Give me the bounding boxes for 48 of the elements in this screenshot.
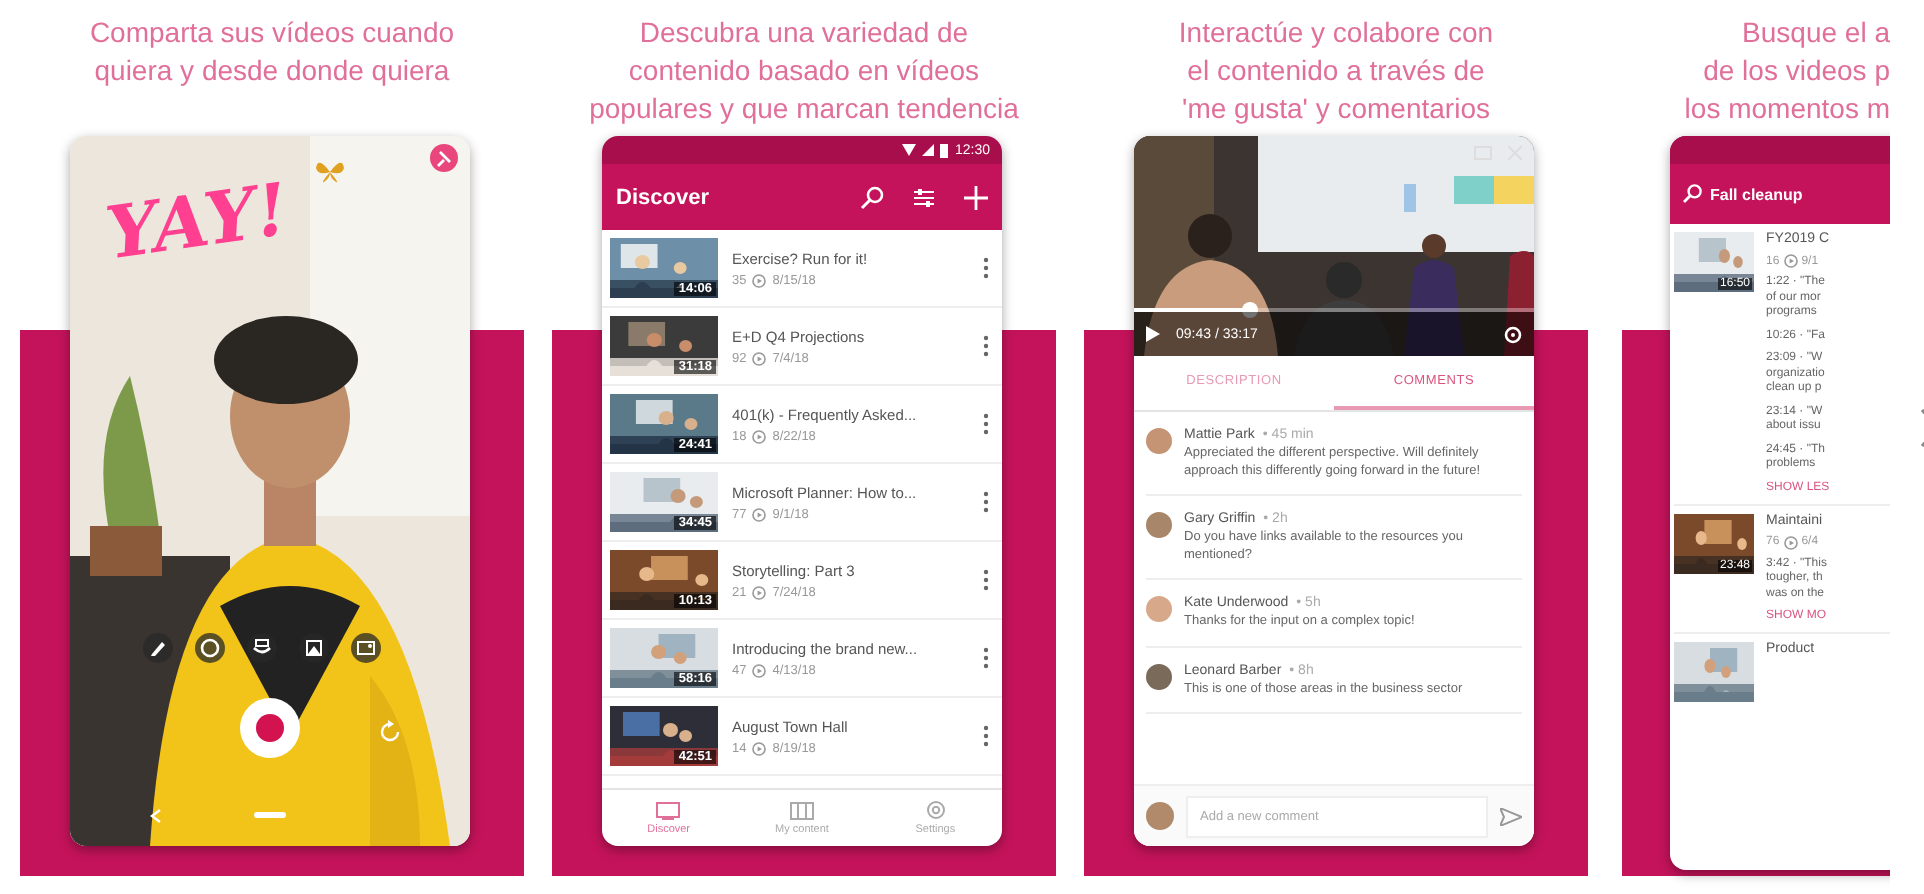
avatar-icon [1146,428,1172,454]
filter-icon[interactable] [912,185,936,209]
more-icon[interactable] [982,256,990,280]
film-icon [790,801,814,819]
play-circle-icon [752,507,767,521]
more-icon[interactable] [982,568,990,592]
caption: Descubra una variedad de contenido basado en vídeos populares y que marcan tendencia [589,14,1019,128]
play-circle-icon [752,351,767,365]
search-icon[interactable] [860,185,884,209]
pin-icon[interactable] [430,144,458,172]
search-field[interactable]: Fall cleanup [1710,185,1803,203]
more-icon[interactable] [982,646,990,670]
play-circle-icon [752,585,767,599]
avatar-icon [1146,663,1172,689]
caption: Interactúe y colabore con el contenido a través de 'me gusta' y comentarios [1178,14,1494,128]
signal-icon [922,144,935,156]
send-icon[interactable] [1500,807,1522,825]
play-circle-icon [752,663,767,677]
play-circle-icon [752,273,767,287]
caption: Comparta sus vídeos cuando quiera y desde donde quiera [89,14,455,90]
back-icon[interactable] [150,808,162,824]
record-button[interactable] [238,696,302,760]
add-icon[interactable] [964,185,988,209]
play-circle-icon [752,741,767,755]
play-icon[interactable] [1146,326,1160,342]
more-icon[interactable] [982,412,990,436]
sticker-icon[interactable] [194,632,226,664]
screen-icon [656,801,681,819]
play-circle-icon [752,429,767,443]
pen-icon[interactable] [142,632,174,664]
more-icon[interactable] [982,724,990,748]
settings-icon[interactable] [1504,325,1522,343]
settings-icon [925,800,946,820]
caption: Busque el a de los videos p los momentos m [1684,14,1890,128]
battery-icon [940,143,949,157]
frame-icon[interactable] [350,632,382,664]
more-icon[interactable] [982,334,990,358]
search-icon[interactable] [1682,184,1702,204]
play-circle-icon [1783,254,1798,268]
avatar-icon [1146,802,1174,830]
wifi-icon [902,144,917,156]
screen-title: Discover [616,185,711,209]
avatar-icon [1146,596,1172,622]
avatar-icon [1146,512,1172,538]
overlay-text: YAY! [101,167,294,277]
more-icon[interactable] [982,490,990,514]
play-circle-icon [1783,535,1798,549]
butterfly-icon [314,160,346,184]
